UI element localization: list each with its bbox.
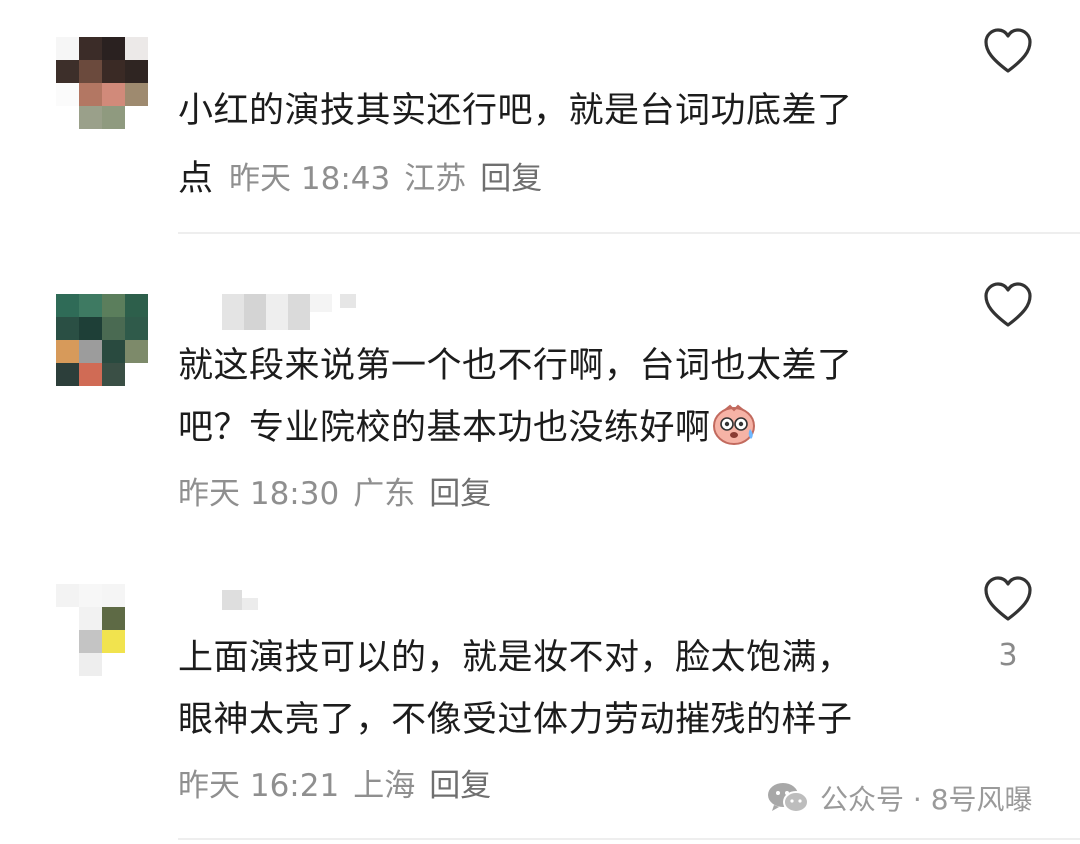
like-button[interactable] bbox=[982, 281, 1034, 329]
heart-outline-icon bbox=[984, 28, 1032, 73]
comment-meta: 昨天 16:21 上海 回复 bbox=[178, 760, 491, 805]
comment-text-line: 眼神太亮了，不像受过体力劳动摧残的样子 bbox=[178, 700, 853, 740]
comment-text: 小红的演技其实还行吧，就是台词功底差了 bbox=[178, 91, 853, 131]
comment-time: 昨天 16:21 bbox=[178, 768, 340, 804]
comment-location: 上海 bbox=[353, 768, 416, 804]
like-button[interactable] bbox=[982, 575, 1034, 623]
comment-meta: 点 昨天 18:43 江苏 回复 bbox=[178, 150, 542, 201]
comment-text-line: 吧？专业院校的基本功也没练好啊 bbox=[178, 397, 948, 459]
avatar[interactable] bbox=[56, 584, 148, 676]
reply-button[interactable]: 回复 bbox=[429, 760, 491, 805]
comment-location: 广东 bbox=[353, 476, 416, 512]
heart-outline-icon bbox=[984, 576, 1032, 621]
watermark-text: 公众号 · 8号风曝 bbox=[820, 783, 1033, 816]
avatar[interactable] bbox=[56, 37, 148, 129]
comment-text-tail: 点 bbox=[178, 159, 214, 199]
comment-time: 昨天 18:43 bbox=[229, 161, 391, 197]
watermark: 公众号 · 8号风曝 bbox=[766, 778, 1033, 818]
comment-text-line: 就这段来说第一个也不行啊，台词也太差了 bbox=[178, 346, 853, 386]
avatar[interactable] bbox=[56, 294, 148, 386]
reply-button[interactable]: 回复 bbox=[429, 468, 491, 513]
comment-text-line: 上面演技可以的，就是妆不对，脸太饱满， bbox=[178, 638, 853, 678]
reply-button[interactable]: 回复 bbox=[480, 153, 542, 198]
username[interactable] bbox=[222, 294, 356, 330]
divider bbox=[178, 232, 1080, 234]
username[interactable] bbox=[222, 590, 258, 626]
like-button[interactable] bbox=[982, 27, 1034, 75]
divider bbox=[178, 838, 1080, 840]
shocked-face-emoji bbox=[711, 401, 757, 447]
heart-outline-icon bbox=[984, 282, 1032, 327]
comment-text: 上面演技可以的，就是妆不对，脸太饱满， 眼神太亮了，不像受过体力劳动摧残的样子 bbox=[178, 627, 948, 751]
comment-text: 就这段来说第一个也不行啊，台词也太差了 吧？专业院校的基本功也没练好啊 bbox=[178, 335, 948, 459]
wechat-icon bbox=[768, 783, 809, 813]
comment-meta: 昨天 18:30 广东 回复 bbox=[178, 468, 491, 513]
comment-time: 昨天 18:30 bbox=[178, 476, 340, 512]
like-count: 3 bbox=[998, 638, 1018, 673]
comment-location: 江苏 bbox=[404, 161, 467, 197]
